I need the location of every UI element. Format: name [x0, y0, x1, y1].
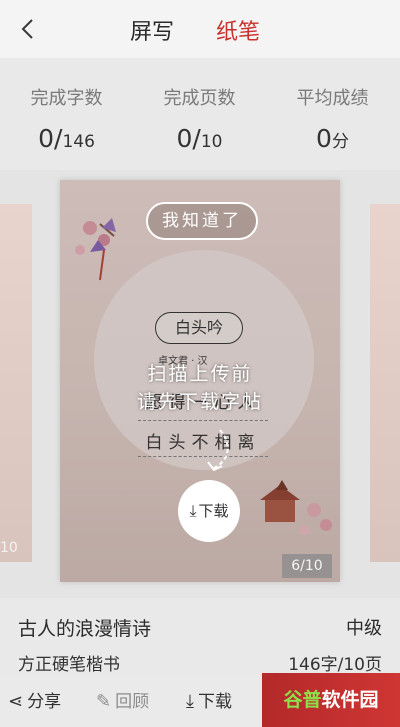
back-button[interactable] [14, 14, 44, 44]
top-bar: 屏写 纸笔 [0, 0, 400, 58]
watermark-logo: 谷普软件园 [262, 673, 400, 727]
review-button[interactable]: ✎ 回顾 [96, 687, 149, 712]
stat-score: 平均成绩 0分 [266, 84, 399, 153]
word-page-count: 146字/10页 [288, 655, 382, 675]
chevron-left-icon [21, 19, 33, 39]
download-label: 下载 [197, 692, 232, 712]
progress-stats: 完成字数 0/146 完成页数 0/10 平均成绩 0分 [0, 58, 400, 170]
share-icon: ⋖ [8, 691, 24, 712]
copybook-card[interactable]: 白头吟 卓文君 · 汉 愿得一心人 白头不相离 我知道了 扫描上传前 请先下载字… [60, 180, 340, 582]
guide-hint-text: 扫描上传前 请先下载字帖 [120, 360, 280, 416]
watermark-text: 软件园 [321, 689, 379, 711]
tab-screen-writing[interactable]: 屏写 [130, 14, 174, 46]
difficulty-level: 中级 [346, 618, 382, 639]
review-label: 回顾 [115, 692, 150, 712]
bottom-toolbar: ⋖ 分享 ✎ 回顾 ⤓ 下载 谷普软件园 [0, 673, 400, 727]
next-copybook-card[interactable] [370, 204, 400, 562]
download-copybook-button[interactable]: ⤓ 下载 [178, 480, 240, 542]
previous-page-number: 10 [0, 540, 18, 556]
page-indicator: 6/10 [282, 554, 332, 578]
guide-hint-line: 请先下载字帖 [136, 391, 263, 413]
got-it-button[interactable]: 我知道了 [146, 202, 258, 240]
copybook-name: 古人的浪漫情诗 [18, 618, 152, 640]
tab-paper-writing[interactable]: 纸笔 [216, 14, 260, 46]
stat-words: 完成字数 0/146 [0, 84, 133, 153]
previous-copybook-card[interactable]: 10 [0, 204, 32, 562]
edit-icon: ✎ [96, 691, 112, 712]
stat-score-label: 平均成绩 [296, 88, 369, 109]
stat-words-value: 0/146 [38, 124, 95, 153]
pointer-arrow-icon [207, 429, 229, 472]
share-label: 分享 [27, 692, 62, 712]
download-button-label: 下载 [198, 502, 229, 520]
guide-hint-line: 扫描上传前 [147, 363, 253, 385]
stat-words-label: 完成字数 [30, 88, 103, 109]
copybook-info: 古人的浪漫情诗 中级 方正硬笔楷书 146字/10页 [0, 598, 400, 675]
stat-pages-label: 完成页数 [163, 88, 236, 109]
copybook-carousel[interactable]: 10 白头吟 卓文君 · 汉 愿得一心人 白头不相离 我知道了 扫描上传前 请先… [0, 170, 400, 598]
font-name: 方正硬笔楷书 [18, 655, 120, 675]
stat-pages-value: 0/10 [176, 124, 223, 153]
download-icon: ⤓ [186, 691, 194, 712]
stat-score-value: 0分 [316, 124, 349, 153]
watermark-text: 谷普 [283, 689, 322, 711]
download-button[interactable]: ⤓ 下载 [186, 687, 232, 712]
download-icon: ⤓ [189, 501, 197, 520]
share-button[interactable]: ⋖ 分享 [8, 687, 61, 712]
grid-divider [138, 420, 268, 421]
poem-title: 白头吟 [155, 312, 243, 344]
stat-pages: 完成页数 0/10 [133, 84, 266, 153]
